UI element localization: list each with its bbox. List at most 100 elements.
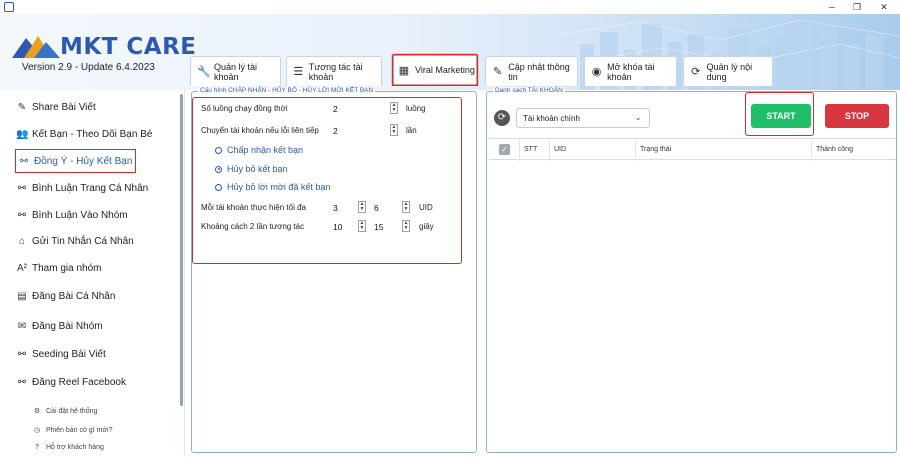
sidebar-item-label: Share Bài Viết	[32, 101, 96, 113]
sidebar-item-comment-profile[interactable]: ⚯ Bình Luận Trang Cá Nhân	[16, 178, 148, 198]
sidebar-item-label: Đăng Bài Cá Nhân	[32, 290, 116, 302]
radio-label: Chấp nhận kết bạn	[227, 145, 304, 155]
list-icon: ☰	[293, 66, 304, 78]
tab-label: Quản lý tài khoản	[214, 61, 258, 82]
account-table-header: ✓ STT UID Trạng thái Thành công	[489, 138, 896, 161]
envelope-icon: ✉	[17, 320, 27, 332]
radio-label: Hủy bỏ lời mời đã kết bạn	[227, 182, 331, 192]
tab-update-info[interactable]: ✎ Cập nhật thông tin	[485, 56, 578, 86]
sidebar-item-label: Kết Bạn - Theo Dõi Bạn Bè	[32, 128, 153, 140]
sidebar-item-join-group[interactable]: A² Tham gia nhóm	[16, 258, 101, 278]
interval-min-input[interactable]: 10	[333, 222, 342, 232]
user-link-icon: ⚯	[17, 348, 27, 360]
switch-account-stepper[interactable]: ▲ ▼	[390, 124, 398, 136]
sidebar-item-add-friend[interactable]: 👥 Kết Bạn - Theo Dõi Bạn Bè	[16, 124, 152, 144]
users-icon: 👥	[16, 128, 29, 140]
maximize-button[interactable]: ❐	[845, 0, 869, 14]
sidebar-support[interactable]: ? Hỗ trợ khách hàng	[33, 444, 104, 451]
threads-unit: luồng	[406, 104, 426, 113]
radio-label: Hủy bỏ kết bạn	[227, 164, 288, 174]
select-all-checkbox[interactable]: ✓	[499, 144, 510, 155]
switch-account-unit: lần	[406, 126, 417, 135]
tab-viral-marketing[interactable]: ▦ Viral Marketing	[391, 53, 479, 86]
sidebar-whats-new[interactable]: ◷ Phiên bản có gì mới?	[33, 426, 113, 435]
sidebar-item-reel[interactable]: ⚯ Đăng Reel Facebook	[16, 372, 126, 392]
app-icon	[4, 2, 14, 12]
sidebar-item-comment-group[interactable]: ⚯ Bình Luận Vào Nhóm	[16, 205, 128, 225]
interval-max-stepper[interactable]: ▲ ▼	[402, 220, 410, 232]
sidebar-system-settings[interactable]: ⚙ Cài đặt hệ thống	[33, 407, 98, 416]
tab-label: Mở khóa tài khoản	[607, 61, 655, 82]
user-link-icon: ⚯	[19, 155, 29, 167]
column-uid[interactable]: UID	[549, 139, 635, 161]
interval-max-input[interactable]: 15	[374, 222, 383, 232]
brand-title: MKT CARE	[60, 34, 197, 60]
text-icon: A²	[17, 262, 27, 274]
chevron-down-icon: ⌄	[634, 112, 642, 122]
wrench-icon: 🔧	[197, 66, 211, 78]
threads-input[interactable]: 2	[333, 104, 338, 114]
sidebar-item-share-post[interactable]: ✎ Share Bài Viết	[16, 97, 96, 117]
stop-button[interactable]: STOP	[825, 104, 889, 128]
calendar-icon: ▦	[398, 64, 410, 77]
account-type-value: Tài khoản chính	[523, 113, 580, 123]
sidebar-item-label: Đồng Ý - Hủy Kết Bạn	[34, 155, 133, 167]
sidebar-item-seeding[interactable]: ⚯ Seeding Bài Viết	[16, 344, 106, 364]
radio-cancel-sent-request[interactable]: Hủy bỏ lời mời đã kết bạn	[215, 182, 330, 192]
interval-unit: giây	[419, 222, 434, 231]
per-account-min-stepper[interactable]: ▲ ▼	[358, 201, 366, 213]
sidebar-item-label: Gửi Tin Nhắn Cá Nhân	[32, 235, 134, 247]
sidebar-sub-label: Cài đặt hệ thống	[46, 407, 98, 415]
interval-min-stepper[interactable]: ▲ ▼	[358, 220, 366, 232]
account-list-title: Danh sách TÀI KHOẢN	[493, 87, 565, 94]
title-bar: ─ ❐ ✕	[0, 0, 900, 14]
sidebar-item-label: Tham gia nhóm	[32, 262, 102, 274]
radio-cancel-friend[interactable]: Hủy bỏ kết bạn	[215, 164, 288, 174]
sidebar-item-label: Đăng Reel Facebook	[32, 376, 126, 388]
sidebar-item-label: Bình Luận Vào Nhóm	[32, 209, 128, 221]
switch-account-input[interactable]: 2	[333, 126, 338, 136]
interval-label: Khoảng cách 2 lần tương tác	[201, 222, 305, 231]
sidebar-item-label: Bình Luận Trang Cá Nhân	[32, 182, 149, 194]
start-button[interactable]: START	[751, 104, 811, 128]
sidebar-sub-label: Phiên bản có gì mới?	[46, 426, 113, 434]
user-link-icon: ⚯	[17, 209, 27, 221]
account-type-select[interactable]: Tài khoản chính ⌄	[516, 108, 650, 128]
tab-account-interaction[interactable]: ☰ Tương tác tài khoản	[286, 56, 382, 86]
sidebar-item-personal-post[interactable]: ▤ Đăng Bài Cá Nhân	[16, 286, 115, 306]
per-account-max-stepper[interactable]: ▲ ▼	[402, 201, 410, 213]
per-account-max-input[interactable]: 6	[374, 203, 379, 213]
config-panel-title: Cấu hình CHẤP NHẬN - HỦY BỎ - HỦY LỜI MỜ…	[198, 87, 376, 94]
tab-account-management[interactable]: 🔧 Quản lý tài khoản	[190, 56, 281, 86]
sidebar-scrollbar[interactable]	[180, 94, 183, 406]
per-account-min-input[interactable]: 3	[333, 203, 338, 213]
user-link-icon: ⚯	[17, 182, 27, 194]
threads-label: Số luồng chạy đồng thời	[201, 104, 288, 113]
refresh-icon[interactable]: ⟳	[494, 110, 510, 126]
user-circle-icon: ◉	[591, 66, 602, 78]
tab-label: Cập nhật thông tin	[508, 61, 570, 82]
radio-dot	[215, 146, 222, 154]
radio-dot	[215, 165, 222, 173]
sidebar-item-send-message[interactable]: ⌂ Gửi Tin Nhắn Cá Nhân	[16, 231, 134, 251]
user-link-icon: ⚯	[17, 376, 27, 388]
help-icon: ?	[35, 444, 39, 451]
mkt-logo	[12, 36, 60, 58]
sidebar-item-accept-cancel-friend[interactable]: ⚯ Đồng Ý - Hủy Kết Bạn	[15, 149, 137, 173]
sidebar-item-label: Seeding Bài Viết	[32, 348, 106, 360]
column-stt[interactable]: STT	[519, 139, 549, 161]
switch-account-label: Chuyển tài khoản nếu lỗi liên tiếp	[201, 126, 319, 135]
tab-unlock-account[interactable]: ◉ Mở khóa tài khoản	[584, 56, 677, 86]
sidebar-item-group-post[interactable]: ✉ Đăng Bài Nhóm	[16, 316, 103, 336]
tab-content-management[interactable]: ⟳ Quản lý nội dung	[683, 56, 773, 86]
tab-label: Tương tác tài khoản	[308, 61, 363, 82]
app-window: ─ ❐ ✕ MKT CARE Version 2.9 - Update 6.4.…	[0, 0, 900, 457]
clock-icon: ◷	[33, 427, 41, 434]
radio-accept-friend[interactable]: Chấp nhận kết bạn	[215, 145, 303, 155]
threads-stepper[interactable]: ▲ ▼	[390, 102, 398, 114]
close-button[interactable]: ✕	[872, 0, 896, 14]
minimize-button[interactable]: ─	[820, 0, 844, 14]
message-icon: ⌂	[18, 235, 26, 247]
column-status[interactable]: Trạng thái	[635, 139, 811, 161]
column-success[interactable]: Thành công	[811, 139, 896, 161]
